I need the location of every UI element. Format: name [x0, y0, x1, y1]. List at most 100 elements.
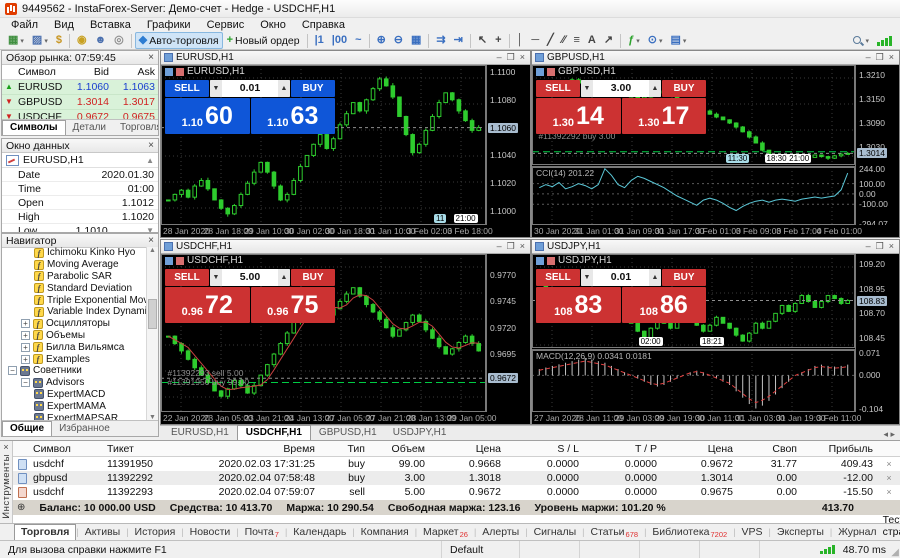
navigator-item-Осцилляторы[interactable]: +fОсцилляторы	[2, 318, 147, 330]
toolbox-tab-Маркет[interactable]: Маркет26	[417, 525, 474, 540]
market-watch-tab-Детали[interactable]: Детали	[66, 121, 113, 135]
collapse-minus-icon[interactable]: −	[8, 366, 17, 375]
terminal-col-Объем[interactable]: Объем	[371, 443, 431, 455]
terminal-col-Тип[interactable]: Тип	[321, 443, 371, 455]
terminal-col-Время[interactable]: Время	[197, 443, 321, 455]
navigator-item-Examples[interactable]: +fExamples	[2, 353, 147, 365]
chart-body-gbpusd[interactable]: CCI(14) 201.221.32101.31501.30901.30301.…	[532, 65, 899, 237]
terminal-col-Цена[interactable]: Цена	[663, 443, 739, 455]
navigator-item-Билла Вильямса[interactable]: +fБилла Вильямса	[2, 341, 147, 353]
lot-decrease-icon[interactable]: ▼	[581, 80, 593, 97]
sell-price[interactable]: 1.1060	[165, 98, 250, 134]
close-position-icon[interactable]: ×	[879, 487, 899, 497]
toolbox-tab-Почта[interactable]: Почта7	[239, 525, 285, 540]
toolbox-tab-VPS[interactable]: VPS	[736, 525, 769, 540]
chart-close-button[interactable]: ×	[889, 52, 894, 63]
channel-button[interactable]: ∕∕	[558, 32, 570, 49]
auto-scroll-button[interactable]: ⇉	[432, 32, 449, 49]
toolbox-tab-Активы[interactable]: Активы	[79, 525, 127, 540]
terminal-row-11392293[interactable]: usdchf113922932020.02.04 07:59:07sell5.0…	[13, 485, 900, 499]
lot-decrease-icon[interactable]: ▼	[210, 269, 222, 286]
sell-price[interactable]: 0.9672	[165, 287, 250, 323]
buy-price[interactable]: 1.3017	[622, 98, 707, 134]
ohlc-toggle-icon[interactable]	[536, 68, 544, 76]
indicator-subwindow-line[interactable]: CCI(14) 201.22	[532, 166, 855, 225]
scroll-up-icon[interactable]: ▲	[146, 156, 154, 165]
profile-selector[interactable]: Default	[442, 541, 520, 558]
chart-restore-button[interactable]: ❒	[507, 241, 515, 252]
menu-item-Справка[interactable]: Справка	[294, 19, 353, 31]
chart-restore-button[interactable]: ❒	[507, 52, 515, 63]
sell-price[interactable]: 10883	[536, 287, 621, 323]
terminal-col-Тикет[interactable]: Тикет	[105, 443, 197, 455]
toolbox-tab-Библиотека[interactable]: Библиотека7202	[646, 525, 733, 540]
navigator-item-ExpertMACD[interactable]: ExpertMACD	[2, 389, 147, 401]
lot-increase-icon[interactable]: ▲	[278, 269, 290, 286]
navigator-tab-Избранное[interactable]: Избранное	[52, 422, 117, 436]
line-chart-button[interactable]: ~	[351, 32, 365, 49]
toolbox-tab-Статьи[interactable]: Статьи678	[585, 525, 645, 540]
tab-scroll-arrows-icon[interactable]: ◂ ▸	[883, 429, 900, 440]
lot-size-stepper[interactable]: ▼0.01▲	[581, 269, 661, 286]
market-watch-row-GBPUSD[interactable]: ▼GBPUSD1.30141.3017	[2, 95, 158, 110]
scroll-down-icon[interactable]: ▼	[146, 226, 154, 233]
chart-titlebar-gbpusd[interactable]: GBPUSD,H1–❒×	[532, 51, 899, 65]
ohlc-toggle-icon[interactable]	[165, 68, 173, 76]
lot-decrease-icon[interactable]: ▼	[210, 80, 222, 97]
data-window-close-icon[interactable]: ×	[148, 141, 154, 151]
chart-close-button[interactable]: ×	[889, 241, 894, 252]
signals-service-button[interactable]: ◎	[110, 32, 128, 49]
chart-titlebar-eurusd[interactable]: EURUSD,H1–❒×	[161, 51, 530, 65]
chart-tab-EURUSD,H1[interactable]: EURUSD,H1	[163, 426, 237, 440]
buy-button[interactable]: BUY	[662, 80, 706, 97]
toolbox-tab-Календарь[interactable]: Календарь	[287, 525, 352, 540]
indicator-toggle-icon[interactable]	[176, 68, 184, 76]
toolbox-tab-Компания[interactable]: Компания	[355, 525, 415, 540]
strategy-tester-button[interactable]: Тестер стратегий	[883, 514, 900, 540]
terminal-row-11392292[interactable]: gbpusd113922922020.02.04 07:58:48buy3.00…	[13, 471, 900, 485]
navigator-item-Standard Deviation[interactable]: fStandard Deviation	[2, 282, 147, 294]
indicator-toggle-icon[interactable]	[547, 68, 555, 76]
time-axis-usdjpy[interactable]: 27 Jan 202028 Jan 11:0029 Jan 03:0029 Ja…	[532, 412, 899, 424]
menu-item-Графики[interactable]: Графики	[139, 19, 199, 31]
toolbox-tab-Журнал[interactable]: Журнал	[832, 525, 882, 540]
market-watch-tab-Символы[interactable]: Символы	[2, 120, 66, 135]
toolbox-tab-Новости[interactable]: Новости	[184, 525, 237, 540]
candles-button[interactable]: |00	[328, 32, 351, 49]
navigator-close-icon[interactable]: ×	[148, 236, 154, 246]
menu-item-Окно[interactable]: Окно	[252, 19, 294, 31]
terminal-col-Прибыль[interactable]: Прибыль	[803, 443, 879, 455]
collapse-minus-icon[interactable]: −	[21, 378, 30, 387]
new-chart-button[interactable]: ▦▾	[4, 32, 28, 49]
new-order-button[interactable]: +Новый ордер	[223, 32, 304, 49]
sell-button[interactable]: SELL	[165, 269, 209, 286]
buy-price[interactable]: 0.9675	[251, 287, 336, 323]
sell-button[interactable]: SELL	[536, 80, 580, 97]
ohlc-toggle-icon[interactable]	[536, 257, 544, 265]
buy-price[interactable]: 10886	[622, 287, 707, 323]
chart-body-usdjpy[interactable]: MACD(12,26,9) 0.0341 0.0181109.20108.951…	[532, 254, 899, 424]
templates-button[interactable]: ▤▾	[666, 32, 690, 49]
arrows-button[interactable]: ↗	[600, 32, 617, 49]
lot-size-stepper[interactable]: ▼5.00▲	[210, 269, 290, 286]
price-scale-usdchf[interactable]: 0.97700.97450.97200.96950.96700.9672	[486, 254, 530, 412]
toolbox-tab-Эксперты[interactable]: Эксперты	[771, 525, 830, 540]
toolbar-search-button[interactable]: ▾	[848, 32, 873, 49]
chart-titlebar-usdchf[interactable]: USDCHF,H1–❒×	[161, 240, 530, 254]
menu-item-Сервис[interactable]: Сервис	[199, 19, 253, 31]
price-scale-usdjpy[interactable]: 109.20108.95108.70108.45108.830.0710.000…	[855, 254, 899, 412]
chart-minimize-button[interactable]: –	[866, 52, 871, 63]
cursor-button[interactable]: ↖	[474, 32, 491, 49]
sell-price[interactable]: 1.3014	[536, 98, 621, 134]
terminal-col-Символ[interactable]: Символ	[31, 443, 105, 455]
ohlc-toggle-icon[interactable]	[165, 257, 173, 265]
close-position-icon[interactable]: ×	[879, 459, 899, 469]
sell-button[interactable]: SELL	[165, 80, 209, 97]
navigator-item-Moving Average[interactable]: fMoving Average	[2, 259, 147, 271]
horizontal-line-button[interactable]: ─	[527, 32, 543, 49]
lot-increase-icon[interactable]: ▲	[278, 80, 290, 97]
chart-body-usdchf[interactable]: 0.97700.97450.97200.96950.96700.967222 J…	[161, 254, 530, 424]
chart-tab-USDCHF,H1[interactable]: USDCHF,H1	[237, 425, 311, 440]
indicator-subwindow-macd[interactable]: MACD(12,26,9) 0.0341 0.0181	[532, 349, 855, 412]
chart-minimize-button[interactable]: –	[866, 241, 871, 252]
